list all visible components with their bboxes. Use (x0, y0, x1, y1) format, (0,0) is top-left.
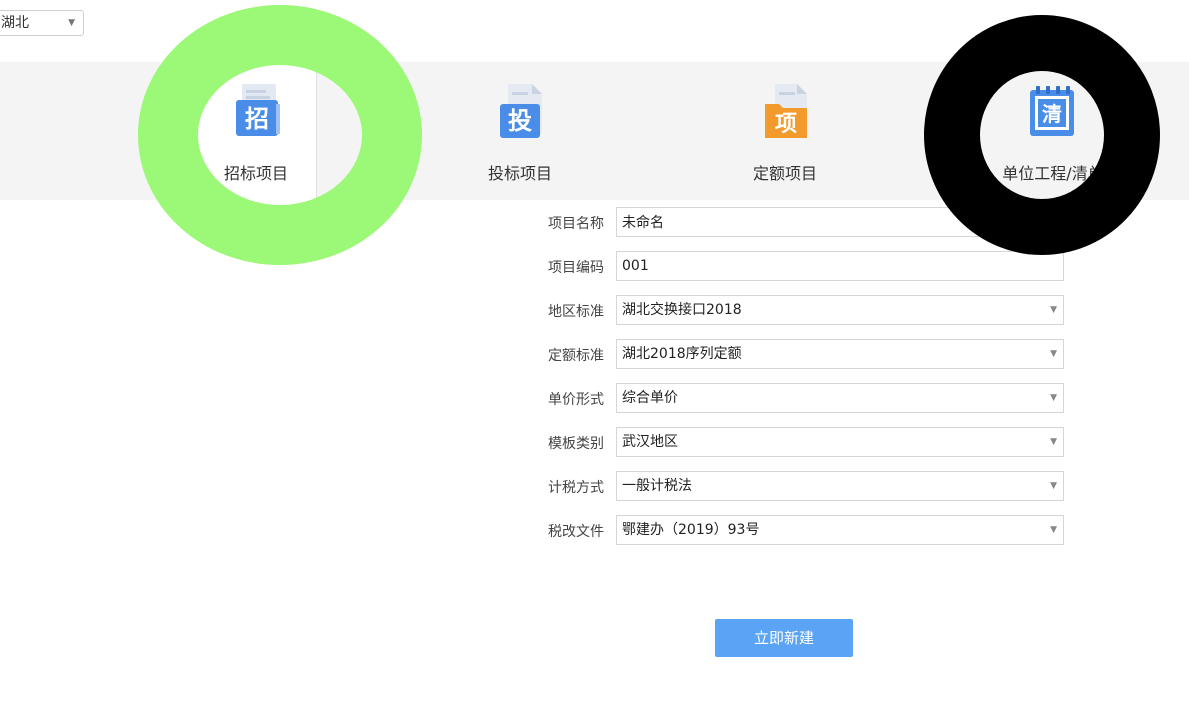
category-label: 招标项目 (223, 164, 288, 183)
chevron-down-icon: ▼ (1050, 349, 1057, 359)
chevron-down-icon: ▼ (1050, 305, 1057, 315)
select-value: 武汉地区 (622, 434, 678, 450)
field-label: 单价形式 (548, 392, 604, 408)
form-row-region-standard: 地区标准 湖北交换接口2018 ▼ (520, 295, 1066, 327)
field-label: 模板类别 (548, 436, 604, 452)
chevron-down-icon: ▼ (1050, 481, 1057, 491)
select-value: 综合单价 (622, 390, 678, 406)
form-row-tax-method: 计税方式 一般计税法 ▼ (520, 471, 1066, 503)
category-unit-project-bill[interactable]: 清 单位工程/清单 (988, 62, 1118, 200)
category-label: 定额项目 (752, 164, 817, 183)
project-code-input[interactable] (616, 251, 1064, 281)
quota-standard-select[interactable]: 湖北2018序列定额 ▼ (616, 339, 1064, 369)
category-label: 单位工程/清单 (1002, 164, 1104, 183)
field-label: 项目名称 (548, 216, 604, 232)
svg-text:招: 招 (245, 105, 269, 133)
select-value: 鄂建办（2019）93号 (622, 522, 760, 538)
form-row-unit-price-form: 单价形式 综合单价 ▼ (520, 383, 1066, 415)
chevron-down-icon: ▼ (1050, 525, 1057, 535)
svg-text:项: 项 (775, 112, 797, 137)
region-standard-select[interactable]: 湖北交换接口2018 ▼ (616, 295, 1064, 325)
field-label: 税改文件 (548, 524, 604, 540)
select-value: 湖北2018序列定额 (622, 346, 742, 362)
category-label: 投标项目 (487, 164, 552, 183)
svg-text:清: 清 (1042, 102, 1062, 126)
form-row-quota-standard: 定额标准 湖北2018序列定额 ▼ (520, 339, 1066, 371)
region-select-value: 湖北 (1, 15, 29, 31)
field-label: 计税方式 (548, 480, 604, 496)
chevron-down-icon: ▼ (1050, 437, 1057, 447)
chevron-down-icon: ▼ (68, 18, 75, 28)
category-tender-project[interactable]: 招 招标项目 (196, 62, 316, 200)
field-label: 项目编码 (548, 260, 604, 276)
category-quota-project[interactable]: 项 定额项目 (725, 62, 845, 200)
bid-document-icon: 投 (500, 84, 542, 138)
category-bid-project[interactable]: 投 投标项目 (460, 62, 580, 200)
unit-price-form-select[interactable]: 综合单价 ▼ (616, 383, 1064, 413)
form-row-project-name: 项目名称 (520, 207, 1066, 239)
bill-notepad-icon: 清 (1030, 86, 1074, 136)
form-row-template-category: 模板类别 武汉地区 ▼ (520, 427, 1066, 459)
field-label: 定额标准 (548, 348, 604, 364)
region-select[interactable]: 湖北 ▼ (0, 10, 84, 36)
form-row-project-code: 项目编码 (520, 251, 1066, 283)
tax-reform-document-select[interactable]: 鄂建办（2019）93号 ▼ (616, 515, 1064, 545)
field-label: 地区标准 (548, 304, 604, 320)
form-row-tax-reform-document: 税改文件 鄂建办（2019）93号 ▼ (520, 515, 1066, 547)
project-name-input[interactable] (616, 207, 1064, 237)
create-now-button[interactable]: 立即新建 (715, 619, 853, 657)
select-value: 一般计税法 (622, 478, 692, 494)
template-category-select[interactable]: 武汉地区 ▼ (616, 427, 1064, 457)
quota-folder-icon: 项 (765, 84, 807, 138)
chevron-down-icon: ▼ (1050, 393, 1057, 403)
tax-method-select[interactable]: 一般计税法 ▼ (616, 471, 1064, 501)
tender-document-icon: 招 (236, 84, 280, 136)
svg-text:投: 投 (508, 107, 532, 135)
select-value: 湖北交换接口2018 (622, 302, 742, 318)
